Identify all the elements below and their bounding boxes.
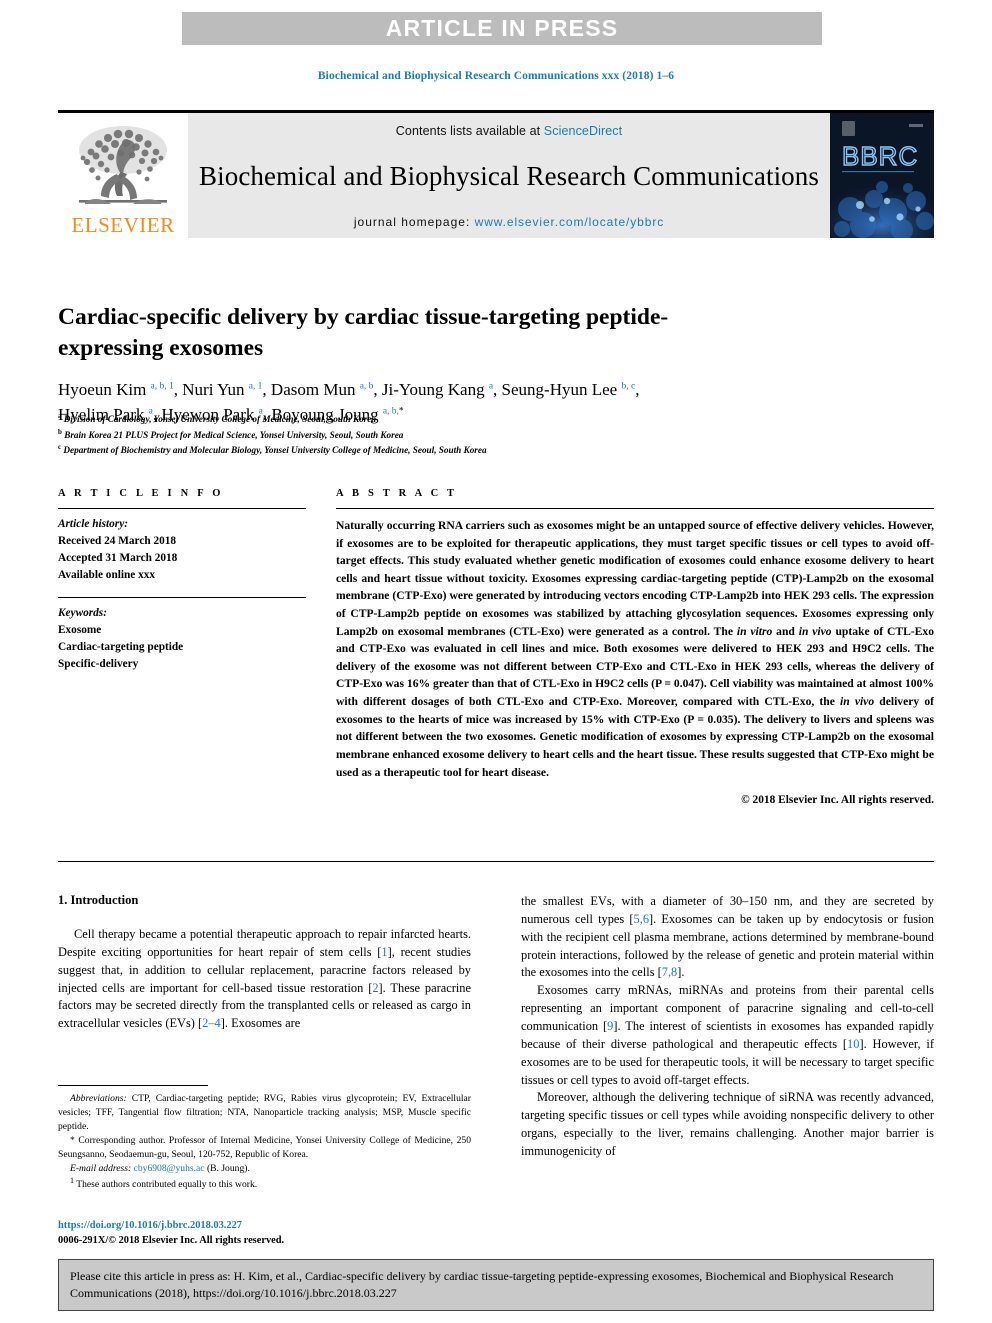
abstract-column: A B S T R A C T Naturally occurring RNA … xyxy=(336,488,934,806)
footnote-abbreviations: Abbreviations: CTP, Cardiac-targeting pe… xyxy=(58,1092,471,1134)
info-abstract-block: A R T I C L E I N F O Article history: R… xyxy=(58,488,934,806)
article-received: Received 24 March 2018 xyxy=(58,535,177,548)
affiliation-text-c: Department of Biochemistry and Molecular… xyxy=(63,445,487,456)
citation-notice-box: Please cite this article in press as: H.… xyxy=(58,1259,934,1311)
affiliation-marker-a: a xyxy=(58,412,62,420)
masthead-center: Contents lists available at ScienceDirec… xyxy=(188,113,830,238)
intro-paragraph-right-2: Exosomes carry mRNAs, miRNAs and protein… xyxy=(521,983,934,1087)
intro-paragraph-right-1: the smallest EVs, with a diameter of 30–… xyxy=(521,894,934,980)
abstract-heading: A B S T R A C T xyxy=(336,488,458,499)
author-line-1: Hyoeun Kim a, b, 1, Nuri Yun a, 1, Dasom… xyxy=(58,380,640,399)
article-accepted: Accepted 31 March 2018 xyxy=(58,552,178,565)
article-history-label: Article history: xyxy=(58,518,128,530)
keywords-block: Keywords: Exosome Cardiac-targeting pept… xyxy=(58,598,306,674)
journal-homepage-line: journal homepage: www.elsevier.com/locat… xyxy=(354,215,664,229)
affiliation-marker-c: c xyxy=(58,443,62,452)
article-info-column: A R T I C L E I N F O Article history: R… xyxy=(58,488,306,806)
elsevier-tree-icon xyxy=(71,122,175,214)
journal-title: Biochemical and Biophysical Research Com… xyxy=(199,161,819,191)
sciencedirect-link[interactable]: ScienceDirect xyxy=(544,124,622,138)
abstract-text: Naturally occurring RNA carriers such as… xyxy=(336,519,934,779)
corresponding-text: Corresponding author. Professor of Inter… xyxy=(58,1134,471,1160)
footnote-equal-contribution: 1 These authors contributed equally to t… xyxy=(58,1175,471,1192)
keyword-item: Exosome xyxy=(58,623,102,636)
affiliation-b: b Brain Korea 21 PLUS Project for Medica… xyxy=(58,427,938,443)
elsevier-wordmark: ELSEVIER xyxy=(71,213,175,237)
affiliation-marker-b: b xyxy=(58,427,62,436)
citation-notice-text: Please cite this article in press as: H.… xyxy=(70,1269,894,1301)
intro-paragraph-right-3: Moreover, although the delivering techni… xyxy=(521,1090,934,1159)
article-available-online: Available online xxx xyxy=(58,569,156,582)
abstract-copyright: © 2018 Elsevier Inc. All rights reserved… xyxy=(741,794,934,807)
introduction-heading: 1. Introduction xyxy=(58,893,139,907)
email-label: E-mail address: xyxy=(70,1162,132,1174)
contents-prefix: Contents lists available at xyxy=(395,124,544,138)
journal-masthead: ELSEVIER Contents lists available at Sci… xyxy=(58,110,934,238)
equal-contribution-marker: 1 xyxy=(70,1176,74,1186)
intro-paragraph-left-1: Cell therapy became a potential therapeu… xyxy=(58,927,471,1031)
affiliation-text-a: Division of Cardiology, Yonsei Universit… xyxy=(63,414,376,425)
email-suffix: (B. Joung). xyxy=(206,1162,250,1174)
doi-block: https://doi.org/10.1016/j.bbrc.2018.03.2… xyxy=(58,1219,471,1249)
article-info-heading: A R T I C L E I N F O xyxy=(58,488,224,499)
body-column-right: the smallest EVs, with a diameter of 30–… xyxy=(521,893,934,1161)
keyword-item: Specific-delivery xyxy=(58,658,139,671)
affiliation-list: a Division of Cardiology, Yonsei Univers… xyxy=(58,411,938,458)
corresponding-marker: * xyxy=(70,1134,75,1146)
doi-link[interactable]: https://doi.org/10.1016/j.bbrc.2018.03.2… xyxy=(58,1219,471,1234)
affiliation-a: a Division of Cardiology, Yonsei Univers… xyxy=(58,411,938,427)
journal-running-head: Biochemical and Biophysical Research Com… xyxy=(317,70,675,82)
affiliation-text-b: Brain Korea 21 PLUS Project for Medical … xyxy=(64,429,404,440)
affiliation-c: c Department of Biochemistry and Molecul… xyxy=(58,442,938,458)
homepage-prefix: journal homepage: xyxy=(353,215,475,229)
footnote-block: Abbreviations: CTP, Cardiac-targeting pe… xyxy=(58,1085,471,1193)
journal-cover-image: BBRC xyxy=(830,113,934,238)
issn-copyright-line: 0006-291X/© 2018 Elsevier Inc. All right… xyxy=(58,1234,285,1246)
svg-text:BBRC: BBRC xyxy=(842,141,918,171)
contents-available-line: Contents lists available at ScienceDirec… xyxy=(396,124,622,138)
email-link[interactable]: cby6908@yuhs.ac xyxy=(134,1163,205,1174)
journal-homepage-link[interactable]: www.elsevier.com/locate/ybbrc xyxy=(475,215,665,229)
page-title: Cardiac-specific delivery by cardiac tis… xyxy=(58,303,669,361)
article-in-press-banner: ARTICLE IN PRESS xyxy=(182,12,822,45)
article-in-press-label: ARTICLE IN PRESS xyxy=(385,15,619,41)
equal-contribution-text: These authors contributed equally to thi… xyxy=(76,1179,258,1191)
keywords-label: Keywords: xyxy=(58,606,107,619)
abbreviations-label: Abbreviations: xyxy=(70,1093,127,1104)
keyword-item: Cardiac-targeting peptide xyxy=(58,640,184,653)
footnote-corresponding-author: * Corresponding author. Professor of Int… xyxy=(58,1134,471,1162)
abstract-bottom-rule xyxy=(58,861,934,862)
elsevier-logo: ELSEVIER xyxy=(58,113,188,238)
article-history: Article history: Received 24 March 2018 … xyxy=(58,509,306,585)
footnote-email: E-mail address: cby6908@yuhs.ac (B. Joun… xyxy=(58,1162,471,1176)
footnote-separator-rule xyxy=(58,1085,208,1086)
